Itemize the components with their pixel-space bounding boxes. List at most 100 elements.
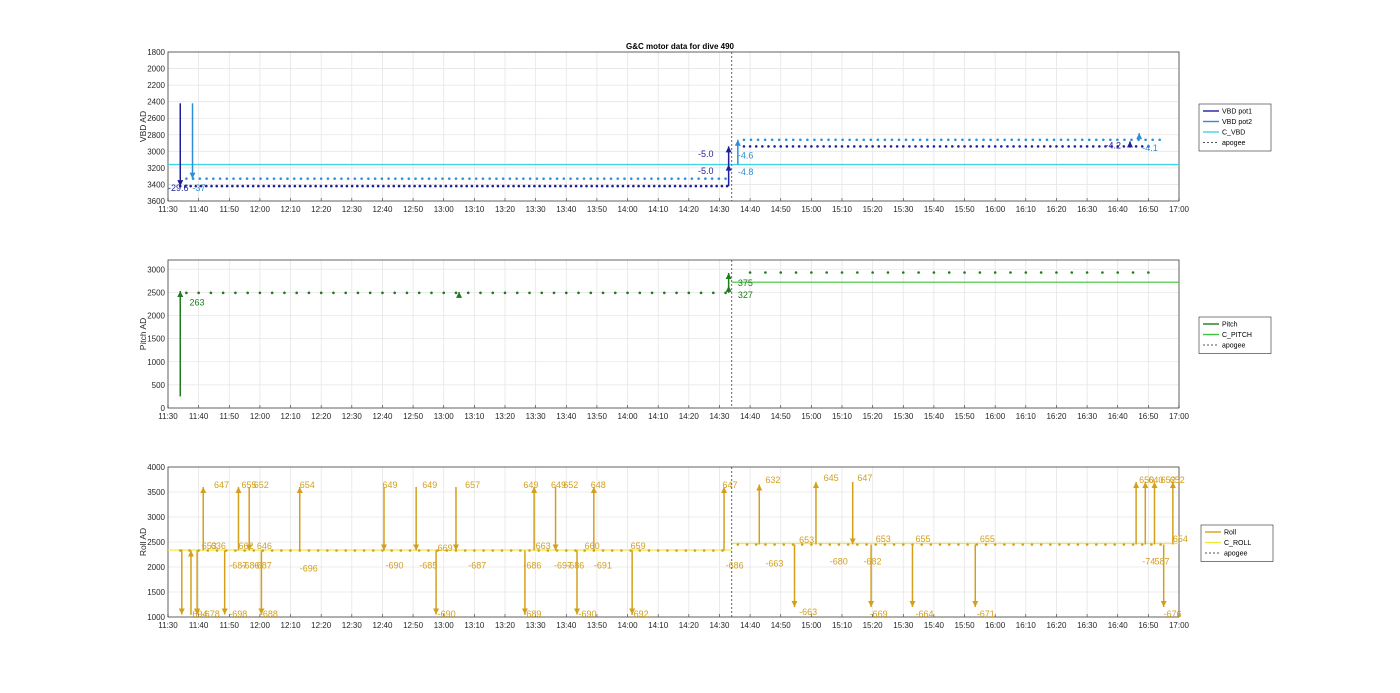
data-point	[1024, 145, 1028, 148]
data-point	[1131, 543, 1135, 546]
data-point	[944, 145, 948, 148]
data-point	[877, 145, 881, 148]
data-point	[1038, 138, 1042, 142]
annotation-label: 263	[189, 298, 204, 308]
data-point	[957, 145, 960, 148]
data-point	[442, 291, 446, 295]
x-tick-label: 16:20	[1046, 621, 1067, 630]
x-tick-label: 15:50	[955, 621, 976, 630]
x-tick-label: 11:50	[220, 621, 240, 630]
data-point	[316, 549, 320, 552]
annotation-label: 587	[1154, 557, 1169, 567]
y-tick-label: 2000	[147, 563, 165, 572]
data-point	[675, 549, 678, 552]
y-tick-label: 2800	[147, 131, 165, 140]
data-point	[1055, 145, 1058, 148]
data-point	[360, 177, 363, 180]
data-point	[663, 184, 666, 188]
event-arrow-head	[725, 146, 732, 153]
data-point	[846, 145, 850, 148]
data-point	[742, 145, 746, 148]
data-point	[417, 291, 421, 295]
data-point	[601, 291, 605, 295]
data-point	[454, 184, 458, 188]
data-point	[978, 271, 982, 274]
data-point	[620, 549, 623, 552]
data-point	[387, 177, 390, 180]
x-tick-label: 13:20	[495, 205, 516, 214]
data-point	[367, 177, 370, 180]
data-point	[989, 138, 992, 142]
data-point	[491, 184, 495, 188]
data-point	[397, 184, 401, 188]
data-point	[1055, 271, 1058, 274]
annotation-label: 663	[536, 541, 551, 551]
data-point	[636, 177, 640, 180]
data-point	[764, 271, 767, 274]
data-point	[859, 145, 862, 148]
data-point	[784, 138, 788, 142]
data-point	[837, 543, 841, 546]
data-point	[559, 184, 562, 188]
data-point	[461, 177, 465, 180]
data-point	[785, 145, 789, 148]
data-point	[704, 184, 708, 188]
data-point	[1066, 138, 1070, 142]
data-point	[306, 177, 310, 180]
data-point	[340, 177, 343, 180]
data-point	[447, 177, 451, 180]
data-point	[345, 184, 349, 188]
data-point	[528, 549, 531, 552]
data-point	[509, 549, 513, 552]
data-point	[678, 184, 682, 188]
annotation-label: 654	[300, 480, 315, 490]
data-point	[656, 177, 660, 180]
data-point	[368, 291, 372, 295]
panel-2: 11:30 11:40 11:50 12:00 12:10 12:20 12:30 12:40…	[138, 259, 1272, 421]
data-point	[947, 543, 951, 546]
data-point	[481, 184, 484, 188]
legend-label: VBD pot2	[1222, 119, 1252, 126]
data-point	[791, 138, 795, 142]
annotation-label: -4.8	[738, 167, 754, 177]
x-tick-label: 16:10	[1016, 205, 1037, 214]
data-point	[535, 177, 539, 180]
x-tick-label: 13:40	[556, 621, 577, 630]
data-point	[697, 177, 700, 180]
x-tick-label: 14:40	[740, 412, 761, 421]
data-point	[712, 291, 715, 295]
x-tick-label: 12:10	[281, 205, 302, 214]
annotation-label: -686	[726, 561, 744, 571]
x-tick-label: 14:30	[709, 205, 730, 214]
annotation-label: 647	[214, 480, 229, 490]
data-point	[834, 138, 837, 142]
data-point	[335, 184, 338, 188]
annotation-label: 655	[916, 534, 931, 544]
data-point	[329, 184, 333, 188]
data-point	[1031, 138, 1035, 142]
annotation-label: 647	[857, 473, 872, 483]
x-tick-label: 14:40	[740, 205, 761, 214]
data-point	[221, 291, 225, 295]
data-point	[292, 177, 296, 180]
data-point	[702, 549, 706, 552]
data-point	[1018, 145, 1021, 148]
data-point	[684, 184, 687, 188]
y-axis-label: Roll AD	[138, 528, 148, 556]
data-point	[892, 543, 896, 546]
event-arrow-head	[734, 139, 741, 146]
data-point	[340, 184, 344, 188]
annotation-label: 654	[1173, 534, 1188, 544]
data-point	[564, 291, 568, 295]
x-tick-label: 14:00	[618, 412, 639, 421]
data-point	[897, 138, 901, 142]
data-point	[901, 145, 905, 148]
data-point	[515, 177, 518, 180]
data-point	[693, 549, 697, 552]
x-tick-label: 12:10	[281, 412, 302, 421]
x-tick-label: 16:50	[1138, 205, 1159, 214]
data-point	[319, 177, 323, 180]
legend-label: C_PITCH	[1222, 332, 1252, 339]
annotation-label: 657	[465, 480, 480, 490]
data-point	[806, 138, 809, 142]
